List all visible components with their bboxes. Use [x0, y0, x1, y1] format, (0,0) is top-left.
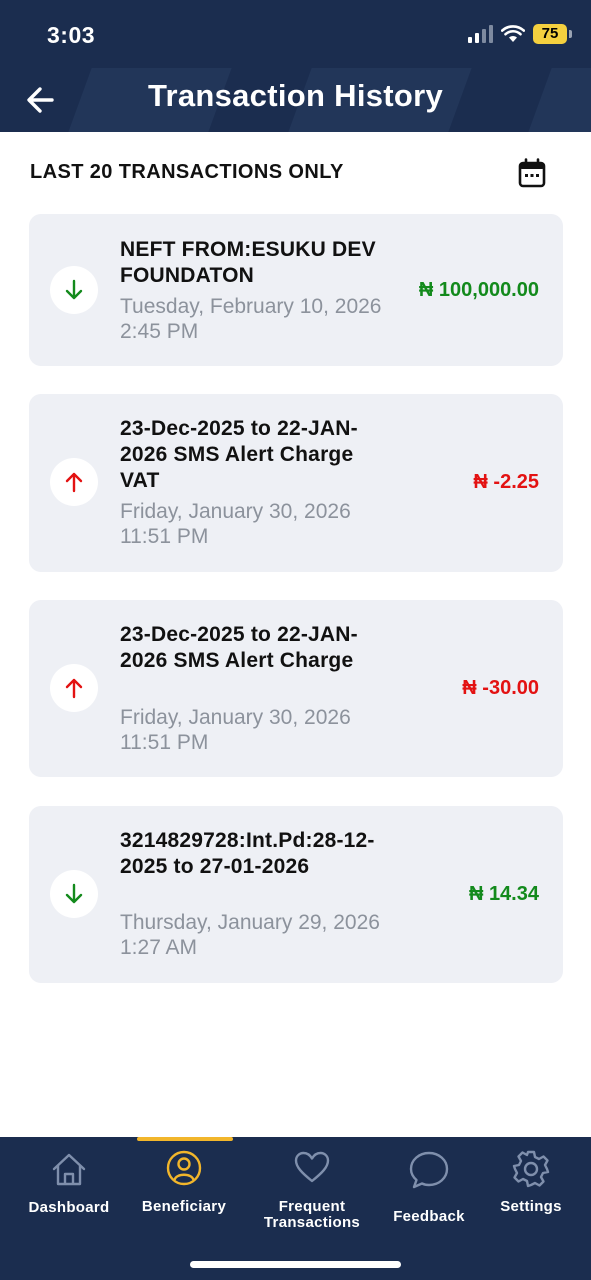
transaction-amount: ₦ -30.00 [462, 677, 539, 699]
status-time: 3:03 [47, 22, 96, 48]
transaction-card[interactable]: 23-Dec-2025 to 22-JAN-2026 SMS Alert Cha… [29, 600, 563, 777]
nav-feedback[interactable]: Feedback [373, 1137, 485, 1247]
transaction-date: Thursday, January 29, 2026 1:27 AM [120, 911, 380, 959]
nav-frequent-transactions[interactable]: Frequent Transactions [247, 1137, 377, 1247]
nav-label: Settings [500, 1198, 562, 1215]
transaction-description: 23-Dec-2025 to 22-JAN-2026 SMS Alert Cha… [120, 623, 358, 672]
transaction-date: Tuesday, February 10, 2026 2:45 PM [120, 295, 382, 343]
calendar-icon[interactable] [515, 157, 549, 191]
arrow-up-icon [50, 664, 98, 712]
chat-bubble-icon [409, 1151, 449, 1189]
transaction-amount: ₦ -2.25 [473, 471, 539, 493]
nav-dashboard[interactable]: Dashboard [14, 1137, 124, 1247]
nav-label: Dashboard [28, 1199, 110, 1216]
nav-label: Feedback [393, 1208, 465, 1225]
wifi-icon [501, 25, 525, 42]
bottom-navigation: Dashboard Beneficiary Frequent Transacti… [0, 1137, 591, 1280]
arrow-down-icon [50, 870, 98, 918]
arrow-down-icon [50, 266, 98, 314]
transaction-card[interactable]: 3214829728:Int.Pd:28-12-2025 to 27-01-20… [29, 806, 563, 983]
arrow-up-icon [50, 458, 98, 506]
status-icons: 75 [468, 24, 572, 44]
home-icon [52, 1153, 86, 1186]
nav-label: Beneficiary [141, 1198, 227, 1215]
transaction-amount: ₦ 14.34 [468, 883, 539, 905]
cellular-signal-icon [468, 25, 493, 43]
gear-icon [512, 1150, 550, 1188]
nav-settings[interactable]: Settings [476, 1137, 586, 1247]
home-indicator [190, 1261, 401, 1268]
transaction-card[interactable]: NEFT FROM:ESUKU DEV FOUNDATON Tuesday, F… [29, 214, 563, 366]
transaction-date: Friday, January 30, 2026 11:51 PM [120, 706, 351, 754]
user-circle-icon [166, 1150, 202, 1186]
transaction-date: Friday, January 30, 2026 11:51 PM [120, 500, 351, 548]
transactions-limit-label: LAST 20 TRANSACTIONS ONLY [30, 161, 344, 183]
heart-icon [294, 1151, 330, 1183]
nav-beneficiary[interactable]: Beneficiary [129, 1137, 239, 1247]
app-header: 3:03 75 Transaction History [0, 0, 591, 132]
page-title: Transaction History [147, 78, 444, 113]
transaction-description: NEFT FROM:ESUKU DEV FOUNDATON [120, 238, 376, 287]
transaction-amount: ₦ 100,000.00 [418, 279, 539, 301]
transaction-description: 3214829728:Int.Pd:28-12-2025 to 27-01-20… [120, 829, 375, 878]
transaction-description: 23-Dec-2025 to 22-JAN-2026 SMS Alert Cha… [120, 417, 358, 492]
nav-label: Frequent Transactions [263, 1198, 361, 1231]
battery-indicator: 75 [533, 24, 572, 44]
transaction-card[interactable]: 23-Dec-2025 to 22-JAN-2026 SMS Alert Cha… [29, 394, 563, 572]
